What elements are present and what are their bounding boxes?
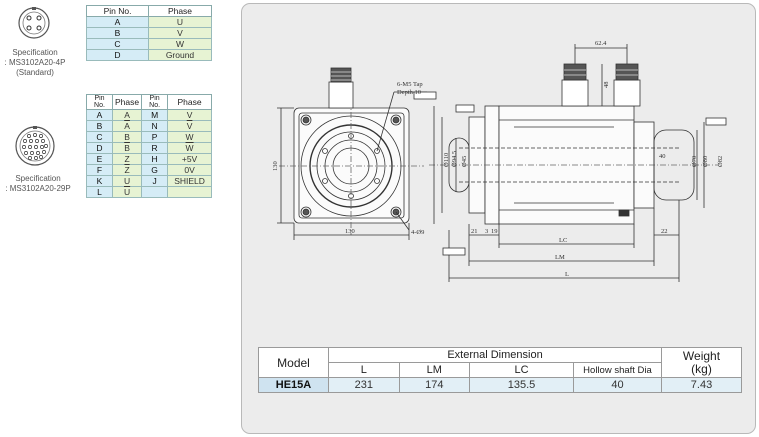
col-header-phase: Phase (167, 94, 212, 110)
dim-d2: Ø94.5 (451, 151, 458, 167)
dim-d3: Ø45 (461, 156, 468, 167)
dim-48: 48 (603, 82, 610, 89)
table-row: B A N V (86, 120, 212, 132)
col-header-pin: Pin No. (86, 94, 113, 110)
motor-dimension-drawing: 6-M5 Tap Depth 10 4-Ø9 130 130 62.4 48 2… (272, 40, 727, 282)
col-header-phase: Phase (148, 5, 212, 17)
model-header: Model (258, 347, 329, 378)
dim-lm: LM (555, 254, 565, 261)
connector-4p-caption: Specification : MS3102A20-4P (Standard) (4, 48, 66, 77)
connector-29p-icon (15, 126, 55, 166)
col-header-pin: Pin No. (86, 5, 149, 17)
hole-label: 4-Ø9 (411, 229, 424, 236)
dim-l: L (565, 271, 569, 278)
table-row: K U J SHIELD (86, 175, 212, 187)
table-row: HE15A 231 174 135.5 40 7.43 (258, 377, 742, 393)
table-row: E Z H +5V (86, 153, 212, 165)
table-row: C B P W (86, 131, 212, 143)
dim-d6: Ø82 (717, 156, 724, 167)
value-weight: 7.43 (661, 377, 742, 393)
external-dimension-header: External Dimension (328, 347, 662, 363)
depth-label: Depth 10 (397, 89, 421, 96)
value-l: 231 (328, 377, 400, 393)
dim-130-bottom: 130 (345, 228, 355, 235)
table-row: CW (86, 38, 212, 50)
table-row: A A M V (86, 109, 212, 121)
dim-19: 19 (491, 228, 498, 235)
pin-table-4p: Pin No. Phase AU BV CW D Ground (86, 5, 212, 61)
value-lc: 135.5 (469, 377, 574, 393)
value-hollow: 40 (573, 377, 662, 393)
dimension-table: Model External Dimension Weight (kg) L L… (258, 347, 742, 393)
col-header-phase: Phase (111, 94, 143, 110)
tap-label: 6-M5 Tap (397, 81, 423, 88)
dim-130-side: 130 (272, 161, 279, 171)
dim-3: 3 (485, 228, 488, 235)
col-header-pin: Pin No. (141, 94, 169, 110)
connector-29p-caption: Specification : MS3102A20-29P (5, 174, 71, 193)
table-row: F Z G 0V (86, 164, 212, 176)
dim-40: 40 (659, 153, 666, 160)
col-header-hollow-shaft: Hollow shaft Dia (573, 362, 662, 378)
dim-lc: LC (559, 237, 567, 244)
value-lm: 174 (398, 377, 471, 393)
table-row: BV (86, 27, 212, 39)
col-header-l: L (328, 362, 400, 378)
dim-d5: Ø80 (702, 156, 709, 167)
col-header-lm: LM (398, 362, 471, 378)
connector-4p-icon (18, 7, 50, 39)
dim-d1: Ø110 (443, 153, 450, 167)
dim-22: 22 (661, 228, 668, 235)
weight-header: Weight (kg) (661, 347, 742, 378)
pin-table-29p: Pin No. Phase Pin No. Phase A A M V B A … (86, 94, 212, 198)
col-header-lc: LC (469, 362, 574, 378)
table-row: D Ground (86, 49, 212, 61)
dim-21: 21 (471, 228, 478, 235)
table-row: D B R W (86, 142, 212, 154)
dim-d4: Ø70 (691, 156, 698, 167)
model-cell: HE15A (258, 377, 329, 393)
dim-62-4: 62.4 (595, 40, 607, 47)
table-row: AU (86, 16, 212, 28)
table-row: L U (86, 186, 212, 198)
